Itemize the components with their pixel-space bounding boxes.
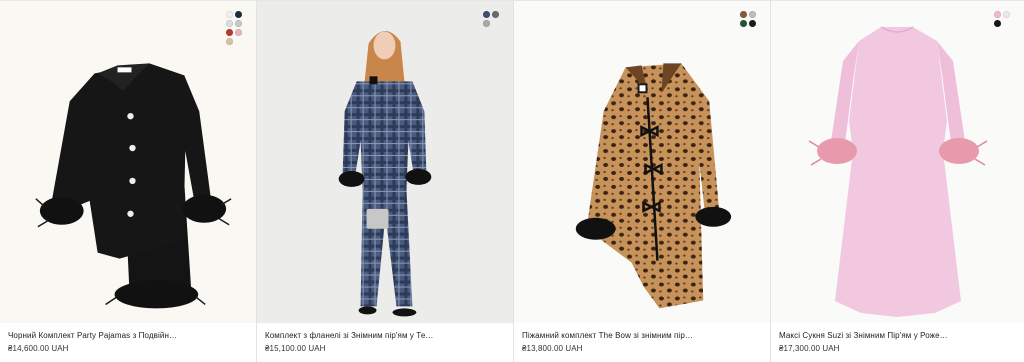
- color-swatch[interactable]: [226, 38, 233, 45]
- color-swatch[interactable]: [235, 11, 242, 18]
- product-title[interactable]: Комплект з фланелі зі Знімним пір'ям у Т…: [265, 331, 507, 340]
- color-swatch[interactable]: [994, 11, 1001, 18]
- product-image[interactable]: [514, 1, 770, 323]
- product-image[interactable]: [0, 1, 256, 323]
- product-price: ₴17,300.00 UAH: [779, 344, 840, 353]
- color-swatch[interactable]: [235, 20, 242, 27]
- color-swatches: [226, 11, 242, 45]
- color-swatch[interactable]: [749, 20, 756, 27]
- color-swatch[interactable]: [749, 11, 756, 18]
- product-card[interactable]: Чорний Комплект Party Pajamas з Подвійн……: [0, 1, 257, 362]
- color-swatch[interactable]: [740, 20, 747, 27]
- color-swatches: [994, 11, 1010, 27]
- color-swatch[interactable]: [226, 20, 233, 27]
- color-swatch[interactable]: [226, 29, 233, 36]
- product-price: ₴14,600.00 UAH: [8, 344, 69, 353]
- color-swatch[interactable]: [483, 20, 490, 27]
- color-swatch[interactable]: [740, 11, 747, 18]
- color-swatch[interactable]: [1003, 11, 1010, 18]
- product-price: ₴15,100.00 UAH: [265, 344, 326, 353]
- product-card[interactable]: Максі Сукня Suzi зі Знімним Пір'ям у Рож…: [771, 1, 1024, 362]
- product-price: ₴13,800.00 UAH: [522, 344, 583, 353]
- color-swatch[interactable]: [226, 11, 233, 18]
- product-card[interactable]: Комплект з фланелі зі Знімним пір'ям у Т…: [257, 1, 514, 362]
- color-swatch[interactable]: [492, 11, 499, 18]
- product-title[interactable]: Чорний Комплект Party Pajamas з Подвійн…: [8, 331, 250, 340]
- color-swatches: [740, 11, 756, 27]
- product-title[interactable]: Максі Сукня Suzi зі Знімним Пір'ям у Рож…: [779, 331, 1018, 340]
- product-card[interactable]: Піжамний комплект The Bow зі знімним пір…: [514, 1, 771, 362]
- color-swatch[interactable]: [483, 11, 490, 18]
- product-grid: Чорний Комплект Party Pajamas з Подвійн……: [0, 0, 1024, 362]
- color-swatch[interactable]: [994, 20, 1001, 27]
- color-swatches: [483, 11, 499, 27]
- product-title[interactable]: Піжамний комплект The Bow зі знімним пір…: [522, 331, 764, 340]
- color-swatch[interactable]: [235, 29, 242, 36]
- product-image[interactable]: [771, 1, 1024, 323]
- product-image[interactable]: [257, 1, 513, 323]
